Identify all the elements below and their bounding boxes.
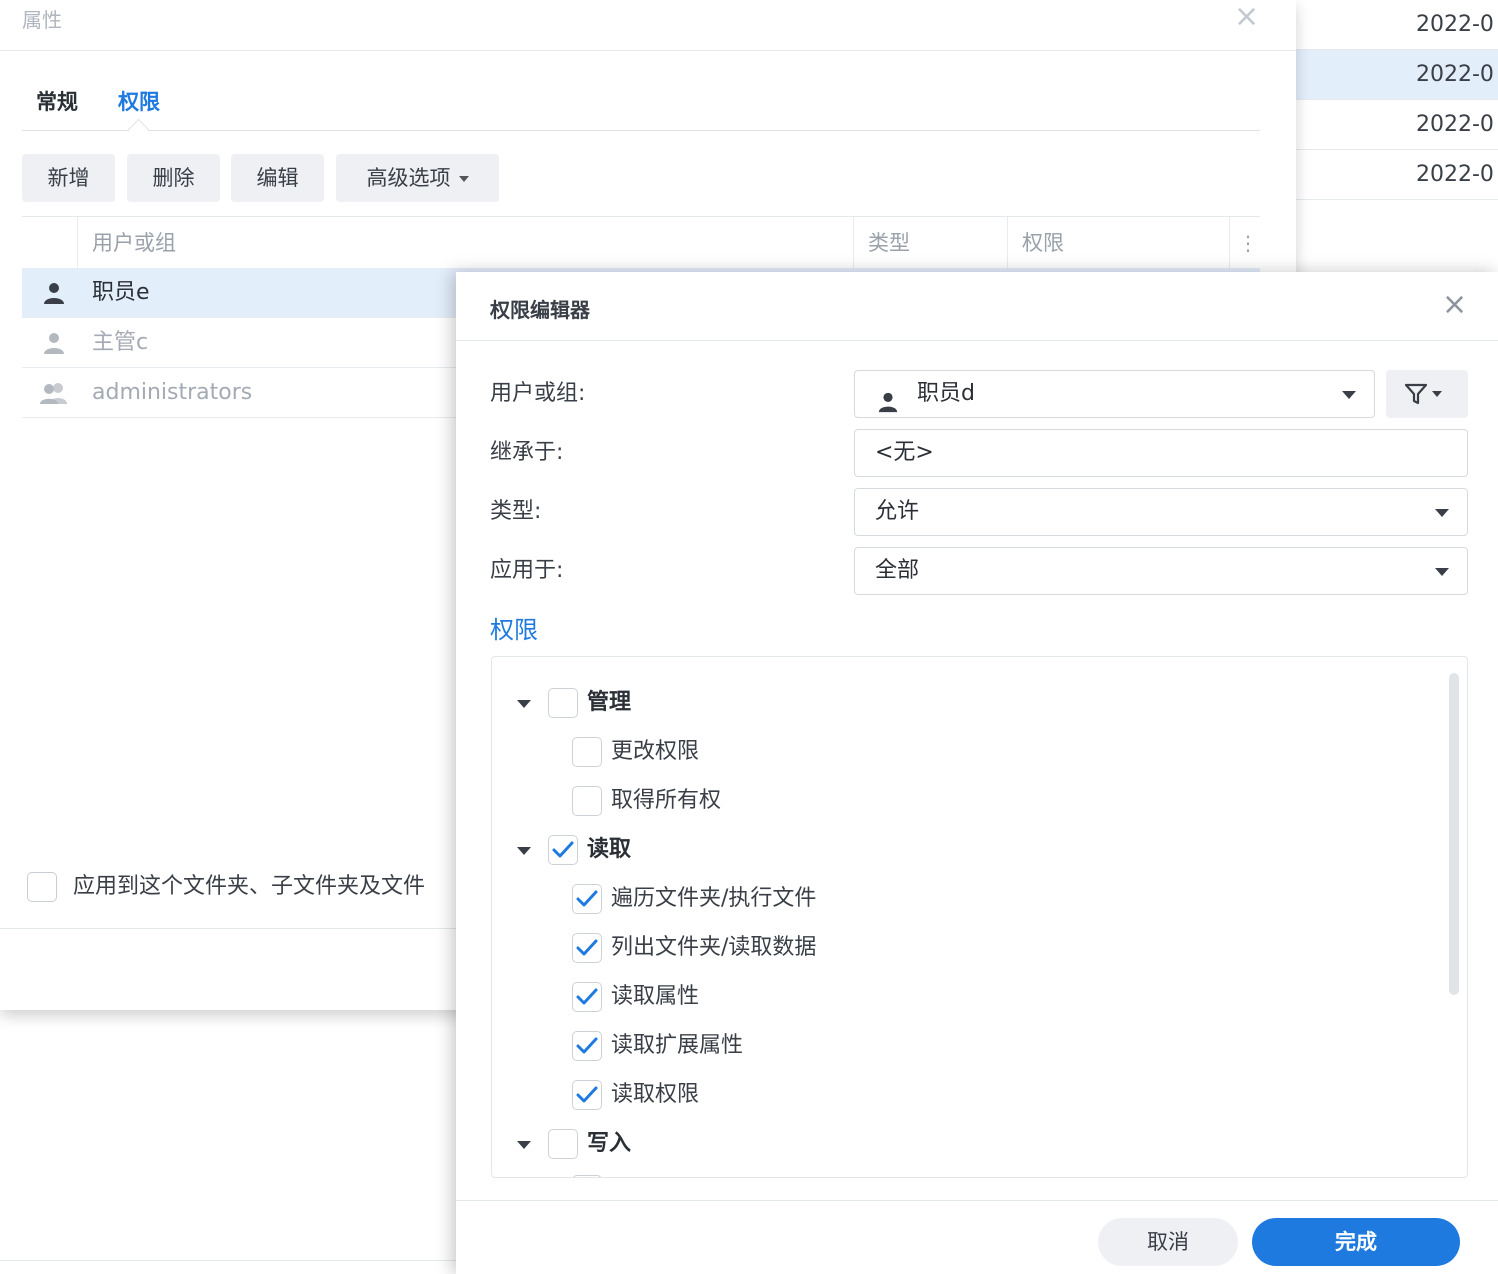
tab-permissions[interactable]: 权限 bbox=[118, 86, 160, 116]
permission-label: 写入 bbox=[587, 1131, 632, 1156]
edit-button[interactable]: 编辑 bbox=[231, 154, 324, 202]
permission-checkbox-take-ownership[interactable] bbox=[572, 786, 602, 816]
user-icon bbox=[42, 281, 66, 309]
apply-to-select[interactable]: 全部 bbox=[854, 547, 1468, 595]
tab-general[interactable]: 常规 bbox=[36, 86, 78, 116]
permission-label: 读取扩展属性 bbox=[611, 1033, 744, 1058]
permission-label: 管理 bbox=[587, 690, 632, 715]
inherit-label: 继承于: bbox=[490, 440, 564, 465]
delete-button[interactable]: 删除 bbox=[127, 154, 220, 202]
inherit-value: <无> bbox=[875, 440, 934, 465]
expand-toggle-icon[interactable] bbox=[517, 700, 531, 708]
divider bbox=[456, 1200, 1498, 1201]
add-button[interactable]: 新增 bbox=[22, 154, 115, 202]
expand-toggle-icon[interactable] bbox=[517, 847, 531, 855]
chevron-down-icon bbox=[1435, 568, 1449, 576]
divider bbox=[0, 1260, 460, 1261]
inherit-field: <无> bbox=[854, 429, 1468, 477]
divider bbox=[456, 340, 1498, 341]
permission-label: 读取属性 bbox=[611, 984, 700, 1009]
scrollbar[interactable] bbox=[1449, 673, 1459, 995]
list-item[interactable]: 2022-0 bbox=[1296, 50, 1498, 100]
chevron-down-icon bbox=[1435, 509, 1449, 517]
filter-icon bbox=[1404, 383, 1428, 405]
user-icon bbox=[42, 331, 66, 359]
group-name: administrators bbox=[92, 380, 253, 405]
permission-label: 遍历文件夹/执行文件 bbox=[611, 886, 817, 911]
background-file-list: 2022-0 2022-0 2022-0 2022-0 bbox=[1296, 0, 1498, 210]
permissions-section-title: 权限 bbox=[490, 616, 538, 644]
done-button[interactable]: 完成 bbox=[1252, 1218, 1460, 1266]
advanced-options-label: 高级选项 bbox=[366, 166, 451, 190]
permission-tree: 管理 更改权限 取得所有权 读取 遍历文件夹/执行文件 列出文件夹/读取数据 读… bbox=[491, 656, 1468, 1178]
apply-to-value: 全部 bbox=[875, 558, 920, 583]
permission-checkbox-write[interactable] bbox=[548, 1129, 578, 1159]
apply-to-label: 应用于: bbox=[490, 558, 564, 583]
permission-label: 读取权限 bbox=[611, 1082, 700, 1107]
list-item[interactable]: 2022-0 bbox=[1296, 0, 1498, 50]
list-item[interactable]: 2022-0 bbox=[1296, 150, 1498, 200]
chevron-down-icon bbox=[1342, 391, 1356, 399]
permission-checkbox-manage[interactable] bbox=[548, 688, 578, 718]
permission-checkbox-read-attributes[interactable] bbox=[572, 982, 602, 1012]
permission-checkbox-partial[interactable] bbox=[572, 1175, 602, 1177]
apply-recursive-checkbox[interactable] bbox=[27, 872, 57, 902]
permission-label: 读取 bbox=[587, 837, 632, 862]
caret-down-icon bbox=[1432, 391, 1442, 397]
close-icon[interactable]: × bbox=[1442, 290, 1467, 320]
advanced-options-button[interactable]: 高级选项 bbox=[336, 154, 499, 202]
column-header-icon bbox=[22, 217, 78, 269]
date-cell: 2022-0 bbox=[1416, 112, 1494, 137]
type-label: 类型: bbox=[490, 499, 542, 524]
tabs-divider bbox=[22, 130, 1260, 131]
dialog-title: 属性 bbox=[22, 8, 62, 32]
permission-label: 更改权限 bbox=[611, 739, 700, 764]
apply-recursive-label: 应用到这个文件夹、子文件夹及文件 bbox=[73, 874, 426, 899]
user-or-group-select[interactable]: 职员d bbox=[854, 370, 1375, 418]
permission-checkbox-read-extended-attributes[interactable] bbox=[572, 1031, 602, 1061]
permission-checkbox-list-folder[interactable] bbox=[572, 933, 602, 963]
divider bbox=[0, 50, 1296, 51]
date-cell: 2022-0 bbox=[1416, 12, 1494, 37]
permission-editor-dialog: 权限编辑器 × 用户或组: 职员d 继承于: <无> 类型: 允许 应用于: 全… bbox=[456, 272, 1498, 1274]
user-icon bbox=[877, 384, 899, 430]
expand-toggle-icon[interactable] bbox=[517, 1141, 531, 1149]
dialog-title: 权限编辑器 bbox=[490, 298, 590, 322]
user-name: 职员e bbox=[92, 280, 150, 305]
type-select[interactable]: 允许 bbox=[854, 488, 1468, 536]
group-icon bbox=[38, 381, 70, 409]
filter-button[interactable] bbox=[1386, 370, 1468, 418]
column-header-type[interactable]: 类型 bbox=[854, 217, 1008, 269]
permission-checkbox-read[interactable] bbox=[548, 835, 578, 865]
date-cell: 2022-0 bbox=[1416, 162, 1494, 187]
user-or-group-value: 职员d bbox=[917, 381, 975, 406]
close-icon[interactable]: × bbox=[1234, 2, 1259, 32]
list-item[interactable]: 2022-0 bbox=[1296, 100, 1498, 150]
permission-label: 列出文件夹/读取数据 bbox=[611, 935, 817, 960]
caret-down-icon bbox=[458, 176, 469, 182]
date-cell: 2022-0 bbox=[1416, 62, 1494, 87]
active-tab-indicator bbox=[127, 118, 150, 141]
cancel-button[interactable]: 取消 bbox=[1098, 1218, 1238, 1266]
permission-checkbox-change-permissions[interactable] bbox=[572, 737, 602, 767]
permission-checkbox-traverse[interactable] bbox=[572, 884, 602, 914]
user-or-group-label: 用户或组: bbox=[490, 381, 586, 406]
type-value: 允许 bbox=[875, 499, 920, 524]
user-name: 主管c bbox=[92, 330, 149, 355]
permission-checkbox-read-permissions[interactable] bbox=[572, 1080, 602, 1110]
column-header-permission[interactable]: 权限 bbox=[1008, 217, 1230, 269]
table-header: 用户或组 类型 权限 ⋮ bbox=[22, 216, 1260, 269]
permission-label: 取得所有权 bbox=[611, 788, 722, 813]
column-header-user[interactable]: 用户或组 bbox=[78, 217, 854, 269]
more-options-icon[interactable]: ⋮ bbox=[1236, 217, 1260, 269]
